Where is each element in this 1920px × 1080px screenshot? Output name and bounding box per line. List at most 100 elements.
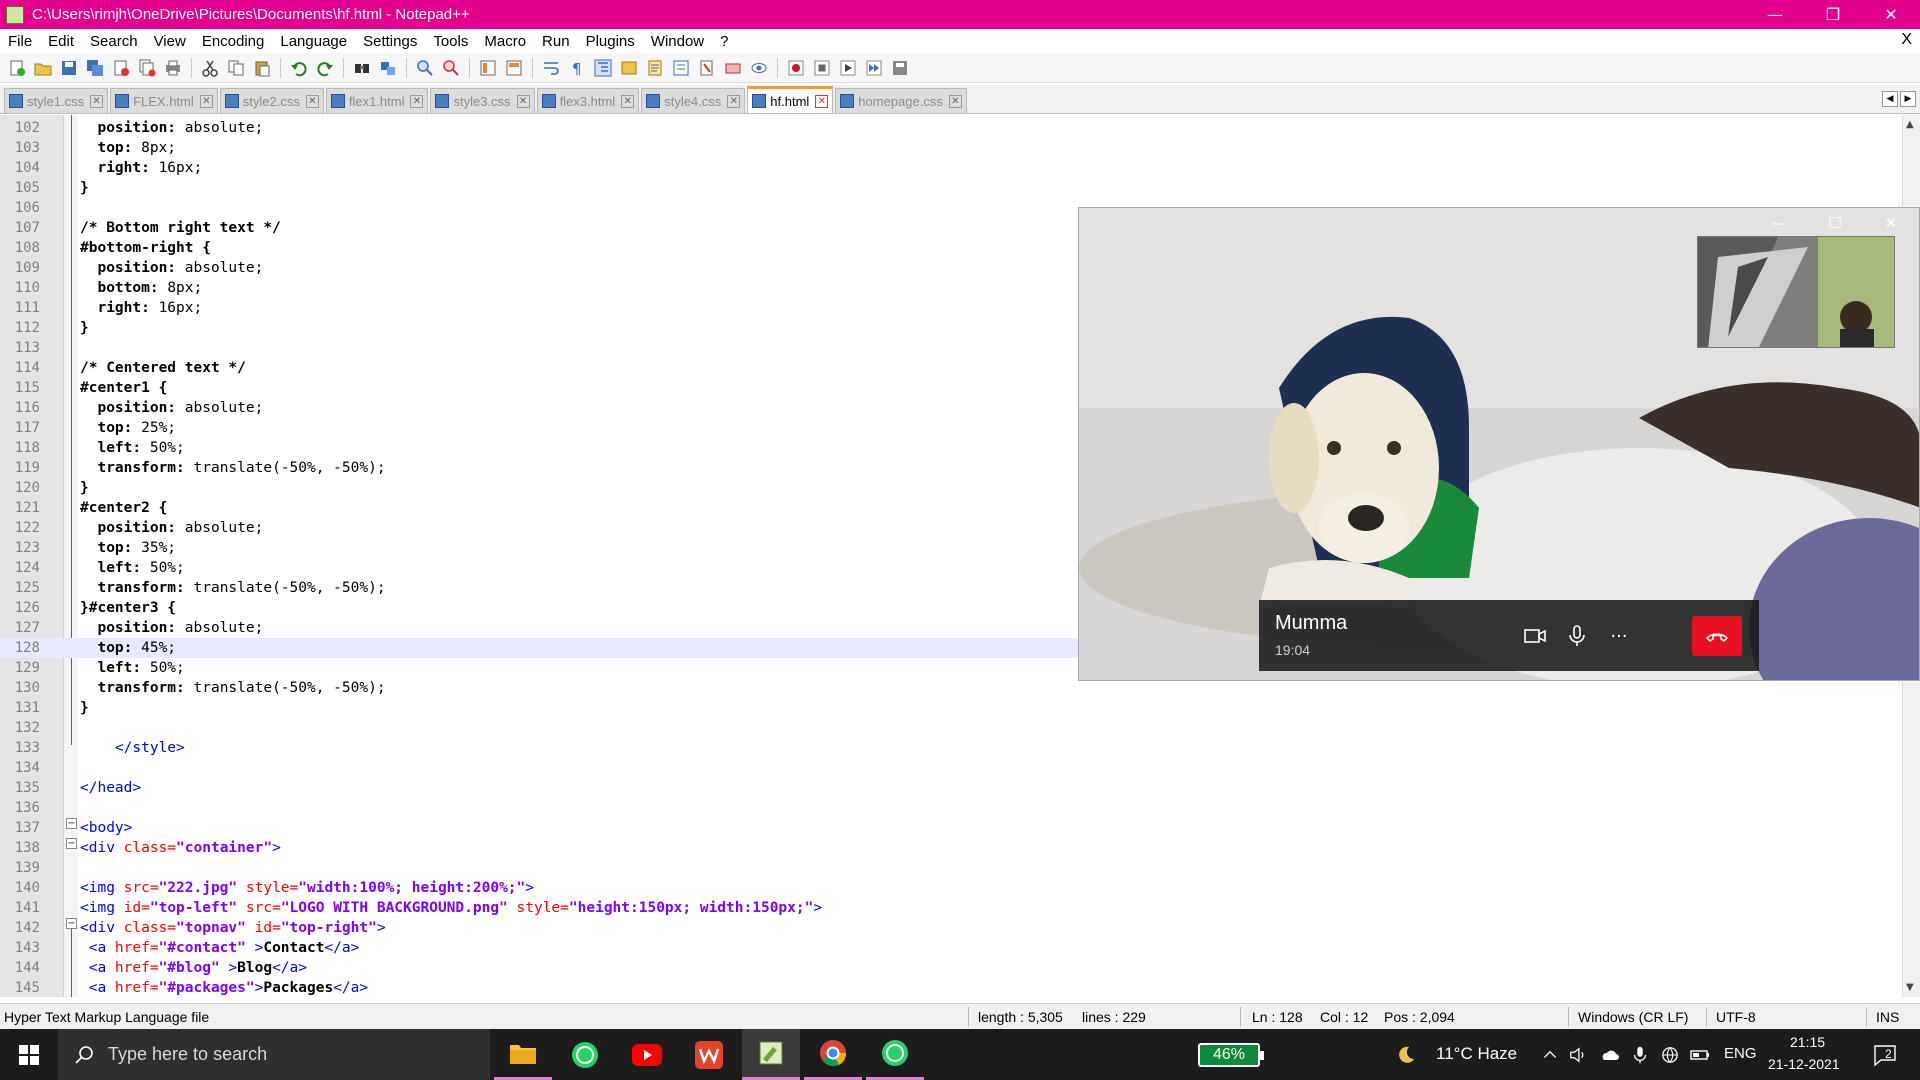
menu-view[interactable]: View <box>146 33 194 50</box>
tab-close-icon[interactable]: ✕ <box>948 94 962 108</box>
folder-as-workspace-icon[interactable] <box>696 57 718 79</box>
microphone-tray-icon[interactable] <box>1630 1045 1650 1065</box>
taskbar-search-box[interactable]: Type here to search <box>58 1029 490 1080</box>
whatsapp-icon[interactable] <box>556 1029 614 1080</box>
weather-text[interactable]: 11°C Haze <box>1436 1044 1517 1064</box>
undo-icon[interactable] <box>288 57 310 79</box>
tab-scroll-left-icon[interactable]: ◀ <box>1882 91 1898 107</box>
weather-moon-icon[interactable] <box>1396 1045 1416 1065</box>
code-line[interactable]: 141 <img id="top-left" src="LOGO WITH BAC… <box>0 898 1900 918</box>
more-options-button[interactable]: ··· <box>1601 618 1637 654</box>
minimize-button[interactable]: — <box>1746 0 1804 29</box>
monitoring-icon[interactable] <box>722 57 744 79</box>
menu-edit[interactable]: Edit <box>40 33 82 50</box>
menu-help[interactable]: ? <box>712 33 736 50</box>
new-file-icon[interactable] <box>6 57 28 79</box>
code-line[interactable]: 102 position: absolute; <box>0 118 1900 138</box>
call-close-button[interactable]: ✕ <box>1863 208 1919 238</box>
end-call-button[interactable] <box>1692 616 1742 656</box>
open-file-icon[interactable] <box>32 57 54 79</box>
whatsapp-running-icon[interactable] <box>866 1029 924 1080</box>
copy-icon[interactable] <box>225 57 247 79</box>
tab-hf-html[interactable]: hf.html ✕ <box>747 86 834 113</box>
notepadpp-taskbar-icon[interactable] <box>742 1029 800 1080</box>
menu-run[interactable]: Run <box>534 33 578 50</box>
tab-close-icon[interactable]: ✕ <box>621 94 635 108</box>
paste-icon[interactable] <box>251 57 273 79</box>
tab-flex3-html[interactable]: flex3.html ✕ <box>536 88 640 113</box>
function-list-icon[interactable] <box>670 57 692 79</box>
code-line[interactable]: 133 </style> <box>0 738 1900 758</box>
chrome-icon[interactable] <box>804 1029 862 1080</box>
close-button[interactable]: ✕ <box>1862 0 1920 29</box>
close-document-button[interactable]: X <box>1901 31 1912 49</box>
cut-icon[interactable] <box>199 57 221 79</box>
battery-indicator[interactable]: 46% <box>1198 1043 1264 1067</box>
code-line[interactable]: 143 <a href="#contact" >Contact</a> <box>0 938 1900 958</box>
tab-style3-css[interactable]: style3.css ✕ <box>430 88 535 113</box>
call-minimize-button[interactable]: — <box>1751 208 1807 238</box>
code-line[interactable]: 135 </head> <box>0 778 1900 798</box>
menu-file[interactable]: File <box>0 33 40 50</box>
run-macro-multiple-icon[interactable] <box>863 57 885 79</box>
sync-horizontal-icon[interactable] <box>503 57 525 79</box>
restore-button[interactable]: ❐ <box>1804 0 1862 29</box>
print-icon[interactable] <box>162 57 184 79</box>
call-maximize-button[interactable]: ☐ <box>1807 208 1863 238</box>
code-line[interactable]: 142 <div class="topnav" id="top-right"> <box>0 918 1900 938</box>
user-language-icon[interactable] <box>618 57 640 79</box>
code-line[interactable]: 138 <div class="container"> <box>0 838 1900 858</box>
microphone-icon[interactable] <box>1559 618 1595 654</box>
code-line[interactable]: 140 <img src="222.jpg" style="width:100%;… <box>0 878 1900 898</box>
code-line[interactable]: 134 <box>0 758 1900 778</box>
tab-close-icon[interactable]: ✕ <box>516 94 530 108</box>
close-file-icon[interactable] <box>110 57 132 79</box>
scroll-down-icon[interactable]: ▼ <box>1906 982 1914 993</box>
tab-style4-css[interactable]: style4.css ✕ <box>641 88 746 113</box>
clock-date[interactable]: 21-12-2021 <box>1768 1056 1840 1072</box>
play-macro-icon[interactable] <box>837 57 859 79</box>
self-view-video[interactable] <box>1697 236 1895 348</box>
tab-scroll-right-icon[interactable]: ▶ <box>1900 91 1916 107</box>
close-all-icon[interactable] <box>136 57 158 79</box>
tab-flex1-html[interactable]: flex1.html ✕ <box>325 88 429 113</box>
tab-style1-css[interactable]: style1.css ✕ <box>4 88 109 113</box>
menu-tools[interactable]: Tools <box>425 33 476 50</box>
network-globe-icon[interactable] <box>1660 1045 1680 1065</box>
word-wrap-icon[interactable] <box>540 57 562 79</box>
speaker-icon[interactable] <box>1568 1045 1588 1065</box>
redo-icon[interactable] <box>314 57 336 79</box>
onedrive-icon[interactable] <box>1600 1045 1620 1065</box>
find-icon[interactable] <box>351 57 373 79</box>
document-map-icon[interactable] <box>644 57 666 79</box>
tab-close-icon[interactable]: ✕ <box>305 94 319 108</box>
code-line[interactable]: 103 top: 8px; <box>0 138 1900 158</box>
wps-office-icon[interactable] <box>680 1029 738 1080</box>
menu-search[interactable]: Search <box>82 33 146 50</box>
code-line[interactable]: 105} <box>0 178 1900 198</box>
menu-plugins[interactable]: Plugins <box>578 33 643 50</box>
scroll-up-icon[interactable]: ▲ <box>1906 119 1914 130</box>
tab-close-icon[interactable]: ✕ <box>815 94 829 108</box>
tab-close-icon[interactable]: ✕ <box>90 94 104 108</box>
code-line[interactable]: 130 transform: translate(-50%, -50%); <box>0 678 1900 698</box>
code-line[interactable]: 139 <box>0 858 1900 878</box>
show-all-characters-icon[interactable]: ¶ <box>566 57 588 79</box>
preview-icon[interactable] <box>748 57 770 79</box>
sync-vertical-icon[interactable] <box>477 57 499 79</box>
stop-macro-icon[interactable] <box>811 57 833 79</box>
video-call-window[interactable]: — ☐ ✕ Mumma 19:04 ··· <box>1078 207 1920 681</box>
code-line[interactable]: 136 <box>0 798 1900 818</box>
save-all-icon[interactable] <box>84 57 106 79</box>
camera-icon[interactable] <box>1517 618 1553 654</box>
tab-close-icon[interactable]: ✕ <box>199 94 213 108</box>
chevron-up-icon[interactable] <box>1540 1045 1560 1065</box>
menu-window[interactable]: Window <box>643 33 712 50</box>
youtube-icon[interactable] <box>618 1029 676 1080</box>
tab-close-icon[interactable]: ✕ <box>410 94 424 108</box>
save-macro-icon[interactable] <box>889 57 911 79</box>
input-language[interactable]: ENG <box>1724 1045 1757 1062</box>
code-line[interactable]: 104 right: 16px; <box>0 158 1900 178</box>
zoom-in-icon[interactable] <box>414 57 436 79</box>
replace-icon[interactable] <box>377 57 399 79</box>
